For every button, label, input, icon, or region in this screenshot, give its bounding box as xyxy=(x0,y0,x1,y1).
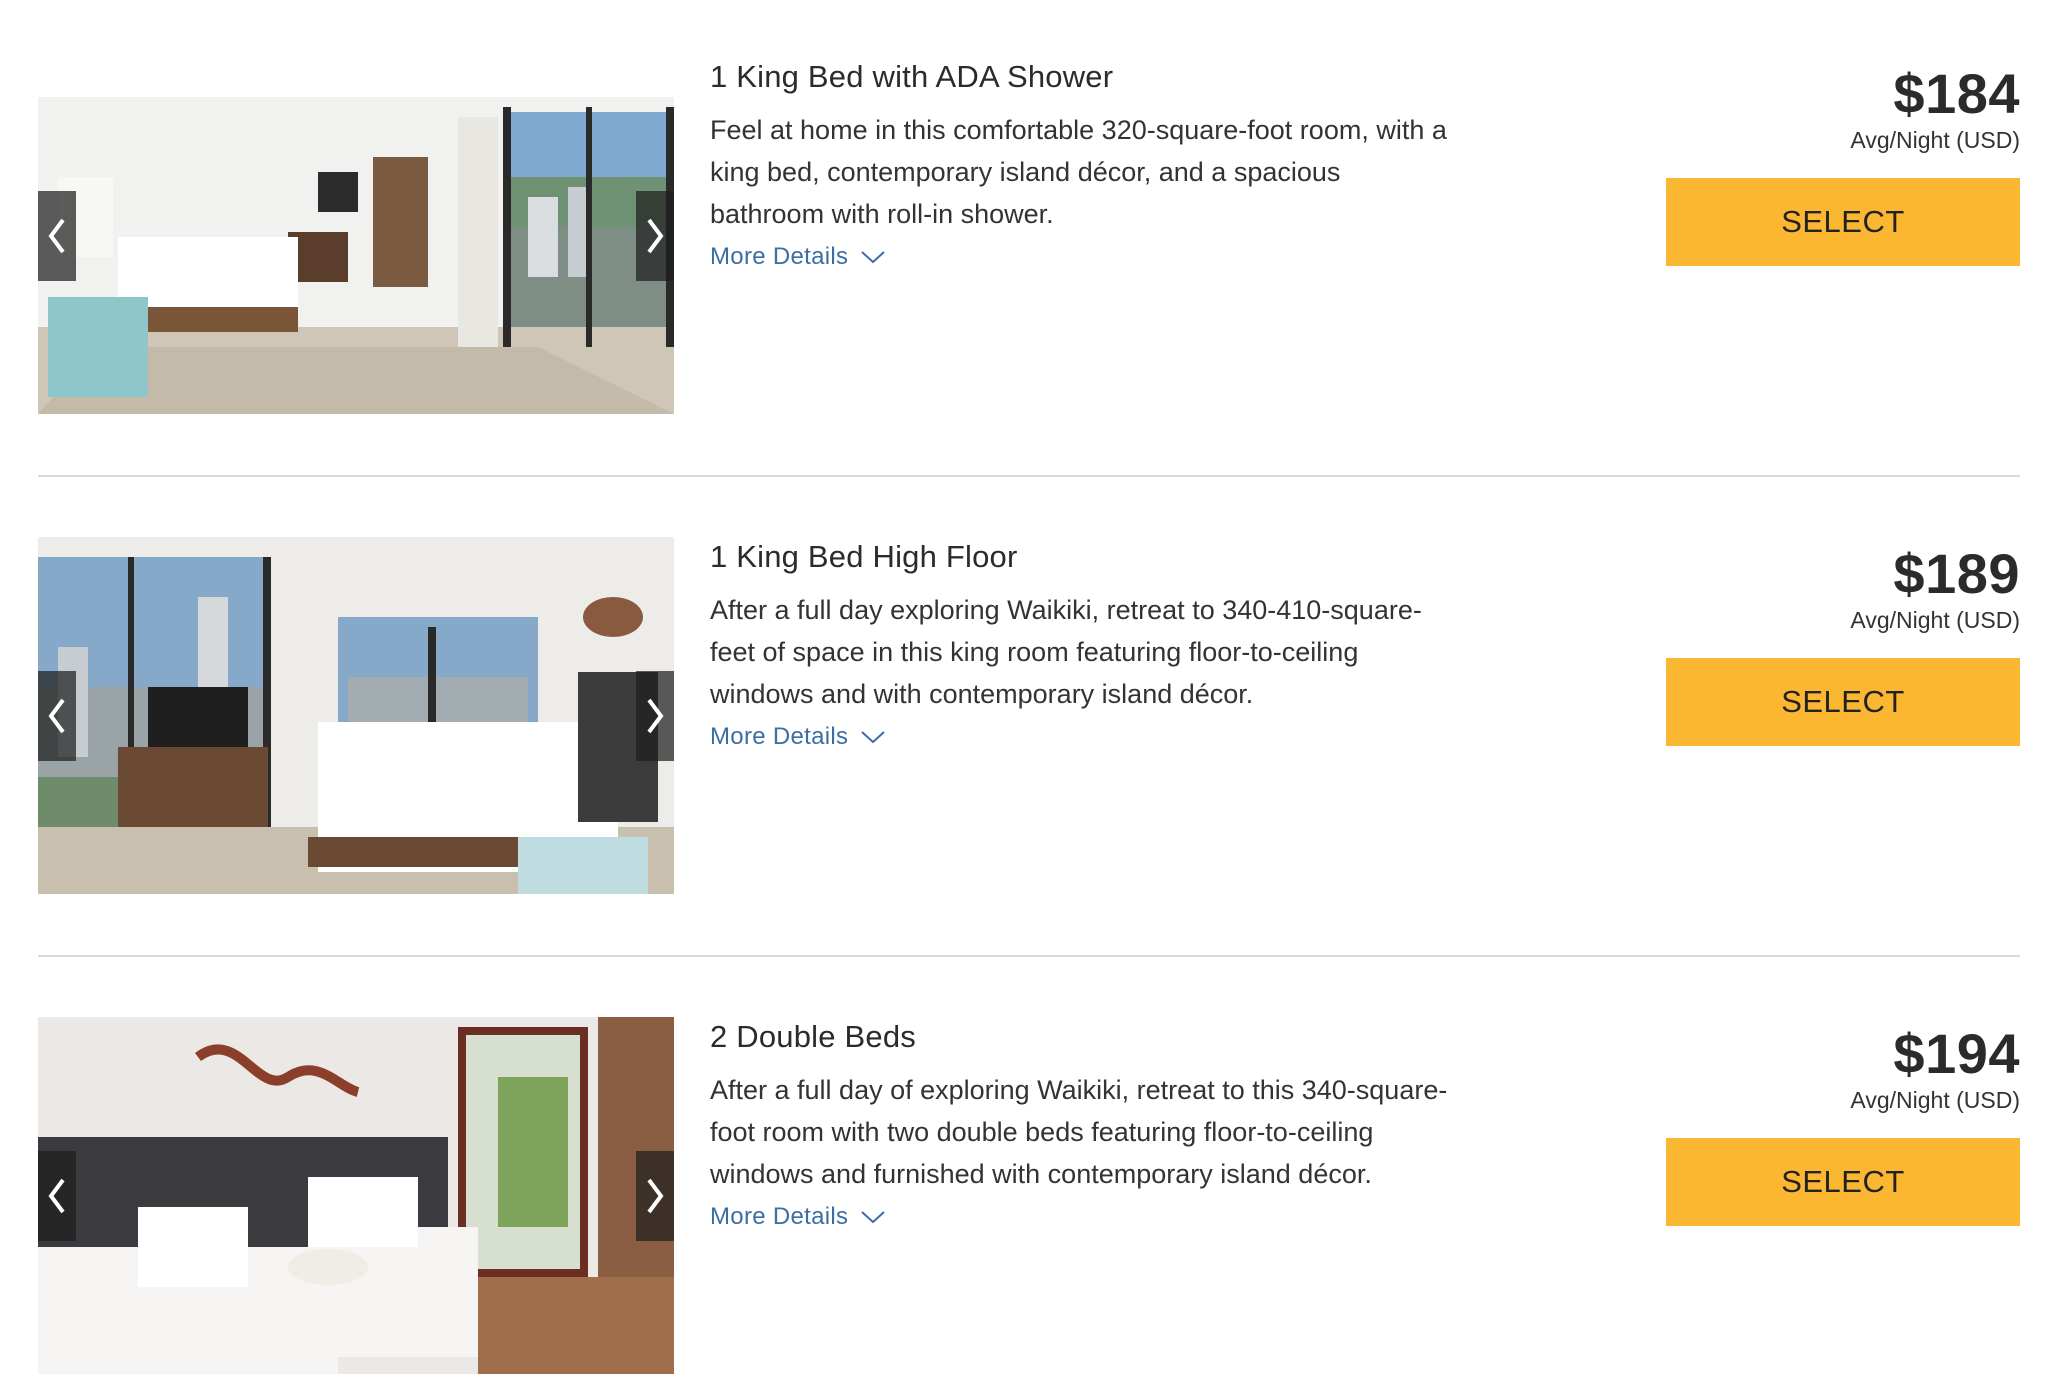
more-details-link[interactable]: More Details xyxy=(710,723,886,751)
room-card: 1 King Bed High Floor After a full day e… xyxy=(38,537,2020,895)
carousel-prev-button[interactable] xyxy=(38,191,76,281)
room-photo xyxy=(38,537,674,894)
room-title: 1 King Bed with ADA Shower xyxy=(710,59,1114,94)
room-price: $184 xyxy=(1893,62,2020,125)
price-block: $189 Avg/Night (USD) SELECT xyxy=(1660,537,2020,746)
room-photo-carousel[interactable] xyxy=(38,57,674,414)
chevron-right-icon xyxy=(647,218,664,254)
more-details-label: More Details xyxy=(710,243,849,270)
price-block: $184 Avg/Night (USD) SELECT xyxy=(1660,57,2020,266)
room-photo xyxy=(38,1017,674,1374)
room-info: 1 King Bed High Floor After a full day e… xyxy=(710,537,1470,751)
room-divider xyxy=(38,955,2020,957)
chevron-left-icon xyxy=(48,1178,65,1214)
room-photo xyxy=(38,57,674,414)
price-unit: Avg/Night (USD) xyxy=(1850,1087,2020,1113)
room-photo-carousel[interactable] xyxy=(38,1017,674,1374)
room-description: Feel at home in this comfortable 320-squ… xyxy=(710,115,1447,229)
room-title: 2 Double Beds xyxy=(710,1019,916,1054)
price-block: $194 Avg/Night (USD) SELECT xyxy=(1660,1017,2020,1226)
select-button[interactable]: SELECT xyxy=(1666,178,2020,266)
chevron-right-icon xyxy=(647,698,664,734)
carousel-prev-button[interactable] xyxy=(38,1151,76,1241)
price-unit: Avg/Night (USD) xyxy=(1850,607,2020,633)
room-description: After a full day of exploring Waikiki, r… xyxy=(710,1075,1448,1189)
more-details-label: More Details xyxy=(710,723,849,750)
room-card: 1 King Bed with ADA Shower Feel at home … xyxy=(38,57,2020,415)
carousel-next-button[interactable] xyxy=(636,671,674,761)
room-price: $194 xyxy=(1893,1022,2020,1085)
room-photo-carousel[interactable] xyxy=(38,537,674,894)
more-details-link[interactable]: More Details xyxy=(710,243,886,271)
carousel-next-button[interactable] xyxy=(636,191,674,281)
chevron-left-icon xyxy=(48,698,65,734)
carousel-next-button[interactable] xyxy=(636,1151,674,1241)
room-price: $189 xyxy=(1893,542,2020,605)
carousel-prev-button[interactable] xyxy=(38,671,76,761)
select-button[interactable]: SELECT xyxy=(1666,1138,2020,1226)
room-description: After a full day exploring Waikiki, retr… xyxy=(710,595,1422,709)
room-title: 1 King Bed High Floor xyxy=(710,539,1018,574)
chevron-left-icon xyxy=(48,218,65,254)
room-list: 1 King Bed with ADA Shower Feel at home … xyxy=(38,57,2020,1375)
room-info: 2 Double Beds After a full day of explor… xyxy=(710,1017,1470,1231)
select-button[interactable]: SELECT xyxy=(1666,658,2020,746)
chevron-down-icon xyxy=(861,1211,885,1224)
more-details-link[interactable]: More Details xyxy=(710,1203,886,1231)
room-card: 2 Double Beds After a full day of explor… xyxy=(38,1017,2020,1375)
room-divider xyxy=(38,475,2020,477)
price-unit: Avg/Night (USD) xyxy=(1850,127,2020,153)
chevron-right-icon xyxy=(647,1178,664,1214)
room-info: 1 King Bed with ADA Shower Feel at home … xyxy=(710,57,1470,271)
more-details-label: More Details xyxy=(710,1203,849,1230)
chevron-down-icon xyxy=(861,731,885,744)
chevron-down-icon xyxy=(861,251,885,264)
